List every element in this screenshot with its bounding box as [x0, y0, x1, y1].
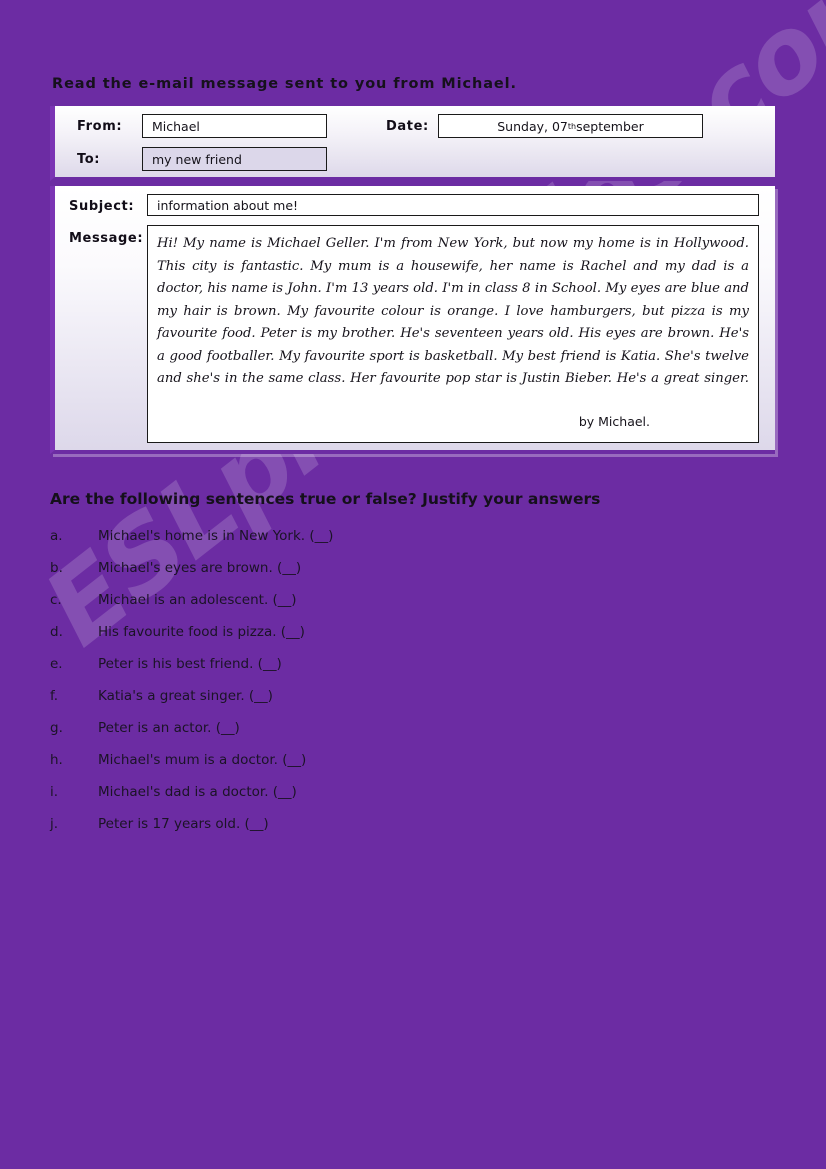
to-label: To:	[77, 152, 101, 167]
question-item: f. Katia's a great singer. (__)	[50, 688, 750, 720]
question-item: g. Peter is an actor. (__)	[50, 720, 750, 752]
date-label: Date:	[386, 119, 429, 134]
message-field[interactable]: Hi! My name is Michael Geller. I'm from …	[147, 225, 759, 443]
instruction-text: Read the e-mail message sent to you from…	[52, 76, 517, 92]
question-marker: f.	[50, 688, 59, 704]
date-field[interactable]: Sunday, 07th september	[438, 114, 703, 138]
question-text: Michael's home is in New York. (__)	[98, 528, 334, 544]
question-item: c. Michael is an adolescent. (__)	[50, 592, 750, 624]
question-marker: a.	[50, 528, 63, 544]
questions-heading: Are the following sentences true or fals…	[50, 490, 601, 508]
message-body-text: Hi! My name is Michael Geller. I'm from …	[157, 236, 749, 386]
question-text: His favourite food is pizza. (__)	[98, 624, 305, 640]
question-marker: b.	[50, 560, 63, 576]
question-text: Peter is his best friend. (__)	[98, 656, 282, 672]
question-text: Michael's dad is a doctor. (__)	[98, 784, 297, 800]
message-label: Message:	[69, 231, 144, 246]
question-item: e. Peter is his best friend. (__)	[50, 656, 750, 688]
question-item: i. Michael's dad is a doctor. (__)	[50, 784, 750, 816]
question-item: j. Peter is 17 years old. (__)	[50, 816, 750, 848]
to-field[interactable]: my new friend	[142, 147, 327, 171]
date-suffix: september	[576, 118, 644, 134]
question-item: d. His favourite food is pizza. (__)	[50, 624, 750, 656]
question-marker: g.	[50, 720, 63, 736]
email-header-panel: From: Michael To: my new friend Date: Su…	[50, 106, 775, 181]
subject-field[interactable]: information about me!	[147, 194, 759, 216]
question-text: Michael's mum is a doctor. (__)	[98, 752, 307, 768]
date-ordinal: th	[567, 121, 577, 131]
question-text: Peter is 17 years old. (__)	[98, 816, 269, 832]
from-label: From:	[77, 119, 123, 134]
email-message-panel: Subject: information about me! Message: …	[50, 186, 775, 454]
from-field[interactable]: Michael	[142, 114, 327, 138]
question-marker: e.	[50, 656, 63, 672]
question-marker: i.	[50, 784, 59, 800]
question-marker: h.	[50, 752, 63, 768]
question-text: Katia's a great singer. (__)	[98, 688, 273, 704]
question-text: Michael is an adolescent. (__)	[98, 592, 297, 608]
question-marker: j.	[50, 816, 59, 832]
question-item: b. Michael's eyes are brown. (__)	[50, 560, 750, 592]
question-text: Peter is an actor. (__)	[98, 720, 240, 736]
question-text: Michael's eyes are brown. (__)	[98, 560, 302, 576]
question-item: h. Michael's mum is a doctor. (__)	[50, 752, 750, 784]
date-prefix: Sunday, 07	[497, 118, 568, 134]
question-item: a. Michael's home is in New York. (__)	[50, 528, 750, 560]
questions-list: a. Michael's home is in New York. (__) b. M…	[50, 528, 750, 848]
question-marker: c.	[50, 592, 62, 608]
message-signature: by Michael.	[578, 414, 650, 429]
question-marker: d.	[50, 624, 63, 640]
subject-label: Subject:	[69, 199, 135, 214]
